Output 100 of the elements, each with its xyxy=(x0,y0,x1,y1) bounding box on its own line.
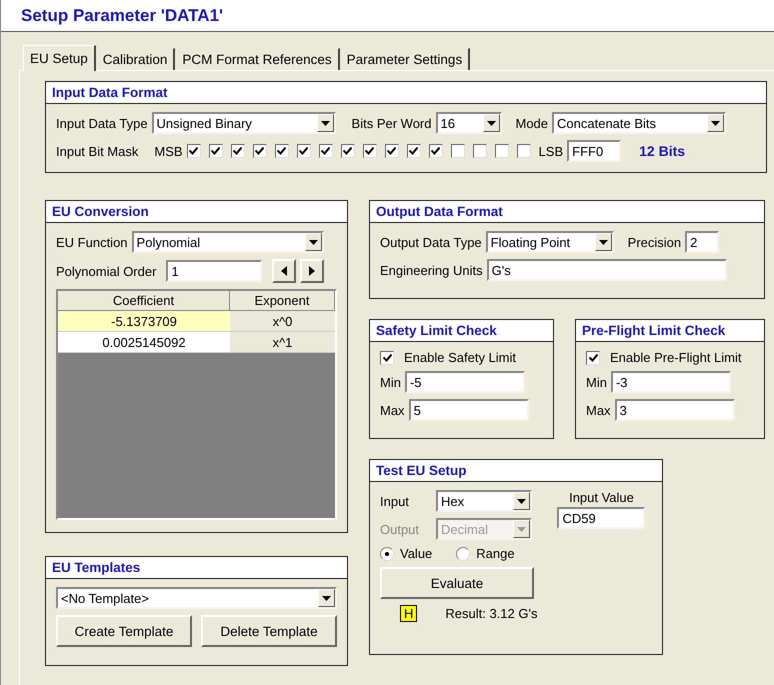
radio-button[interactable] xyxy=(456,546,470,560)
radio-button[interactable] xyxy=(380,546,394,560)
table-cell: x^1 xyxy=(230,332,335,353)
label: Input xyxy=(380,494,409,508)
dropdown[interactable]: Unsigned Binary xyxy=(152,112,336,134)
group-title: Input Data Format xyxy=(46,82,766,104)
label: Max xyxy=(380,402,405,418)
previous-button[interactable] xyxy=(272,259,296,283)
checkbox[interactable] xyxy=(450,144,465,158)
label: Value xyxy=(400,546,432,561)
checkbox[interactable] xyxy=(252,144,267,158)
group-title: Test EU Setup xyxy=(370,460,662,482)
dropdown[interactable]: Hex xyxy=(436,490,532,512)
dropdown[interactable]: 16 xyxy=(436,112,502,134)
input-field[interactable]: 2 xyxy=(685,231,720,253)
checkbox[interactable] xyxy=(362,144,377,158)
checkbox[interactable] xyxy=(230,144,245,158)
caret-icon xyxy=(517,498,526,504)
input-field[interactable]: 3 xyxy=(614,399,735,421)
input-field[interactable]: -3 xyxy=(610,371,731,393)
dropdown[interactable]: Polynomial xyxy=(132,231,324,253)
label: Engineering Units xyxy=(380,262,483,278)
checkmark-icon xyxy=(211,147,220,155)
label: Min xyxy=(586,374,607,390)
template-button[interactable]: Create Template xyxy=(56,615,192,647)
checkbox[interactable] xyxy=(186,144,201,158)
input-field[interactable]: 1 xyxy=(166,260,262,282)
checkmark-icon xyxy=(387,147,396,155)
checkmark-icon xyxy=(588,354,598,362)
checkmark-icon xyxy=(409,147,418,155)
group-title: Safety Limit Check xyxy=(370,320,553,342)
tab[interactable]: EU Setup xyxy=(23,45,96,71)
label: Range xyxy=(476,546,515,561)
window-title: Setup Parameter 'DATA1' xyxy=(21,6,224,26)
checkbox[interactable] xyxy=(384,144,399,158)
input-field[interactable]: CD59 xyxy=(557,507,646,529)
checkbox[interactable] xyxy=(340,144,355,158)
checkmark-icon xyxy=(189,147,198,155)
table-cell: x^0 xyxy=(230,311,335,332)
label: Polynomial Order xyxy=(56,264,156,278)
checkbox[interactable] xyxy=(428,144,443,158)
caret-icon xyxy=(308,240,318,244)
checkbox[interactable] xyxy=(208,144,223,158)
label: Enable Pre-Flight Limit xyxy=(610,350,742,365)
group-title: Output Data Format xyxy=(370,201,764,223)
checkbox[interactable] xyxy=(516,144,531,158)
checkmark-icon xyxy=(321,147,330,155)
caret-icon xyxy=(320,120,330,126)
label: Output Data Type xyxy=(380,234,482,250)
input-field[interactable]: G's xyxy=(486,259,727,281)
caret-icon xyxy=(598,240,608,244)
checkmark-icon xyxy=(382,354,392,362)
table-cell[interactable]: -5.1373709 xyxy=(58,311,230,332)
checkmark-icon xyxy=(233,147,242,155)
caret-icon xyxy=(322,596,331,600)
checkbox[interactable] xyxy=(296,144,311,158)
checkbox[interactable] xyxy=(586,350,600,364)
input-field[interactable]: FFF0 xyxy=(567,140,622,162)
left-arrow-icon xyxy=(281,266,288,276)
label: Input Data Type xyxy=(56,116,148,130)
caret-icon xyxy=(517,526,526,532)
label: LSB xyxy=(538,144,564,158)
status-flag: H xyxy=(400,605,418,622)
dropdown[interactable]: Floating Point xyxy=(486,231,614,253)
group-title: EU Conversion xyxy=(46,201,347,223)
label: Max xyxy=(586,402,611,418)
group-title: Pre-Flight Limit Check xyxy=(576,320,764,342)
label: Min xyxy=(380,374,401,390)
caret-icon xyxy=(486,120,496,126)
checkbox[interactable] xyxy=(318,144,333,158)
label: Bits Per Word xyxy=(352,116,432,130)
input-field[interactable]: 5 xyxy=(408,399,529,421)
dropdown[interactable]: <No Template> xyxy=(56,587,337,609)
right-arrow-icon xyxy=(309,266,316,276)
label: Output xyxy=(380,522,420,536)
column-header: Exponent xyxy=(230,291,335,311)
label: Precision xyxy=(628,234,682,250)
checkmark-icon xyxy=(277,147,286,155)
checkmark-icon xyxy=(299,147,308,155)
checkbox[interactable] xyxy=(406,144,421,158)
dropdown[interactable]: Concatenate Bits xyxy=(552,112,726,134)
checkmark-icon xyxy=(343,147,352,155)
template-button[interactable]: Delete Template xyxy=(201,615,337,647)
label: Input Value xyxy=(569,490,634,505)
label: Result: 3.12 G's xyxy=(445,606,538,621)
checkbox[interactable] xyxy=(274,144,289,158)
label: Enable Safety Limit xyxy=(404,350,516,365)
checkmark-icon xyxy=(255,147,264,155)
bit-count: 12 Bits xyxy=(639,143,686,159)
label: MSB xyxy=(154,144,183,158)
checkbox[interactable] xyxy=(380,350,394,364)
table-cell[interactable]: 0.0025145092 xyxy=(58,332,230,353)
input-field[interactable]: -5 xyxy=(404,371,525,393)
next-button[interactable] xyxy=(300,259,324,283)
checkmark-icon xyxy=(365,147,374,155)
group-title: EU Templates xyxy=(46,557,347,579)
checkbox[interactable] xyxy=(472,144,487,158)
evaluate-button[interactable]: Evaluate xyxy=(380,567,534,599)
checkmark-icon xyxy=(431,147,440,155)
checkbox[interactable] xyxy=(494,144,509,158)
